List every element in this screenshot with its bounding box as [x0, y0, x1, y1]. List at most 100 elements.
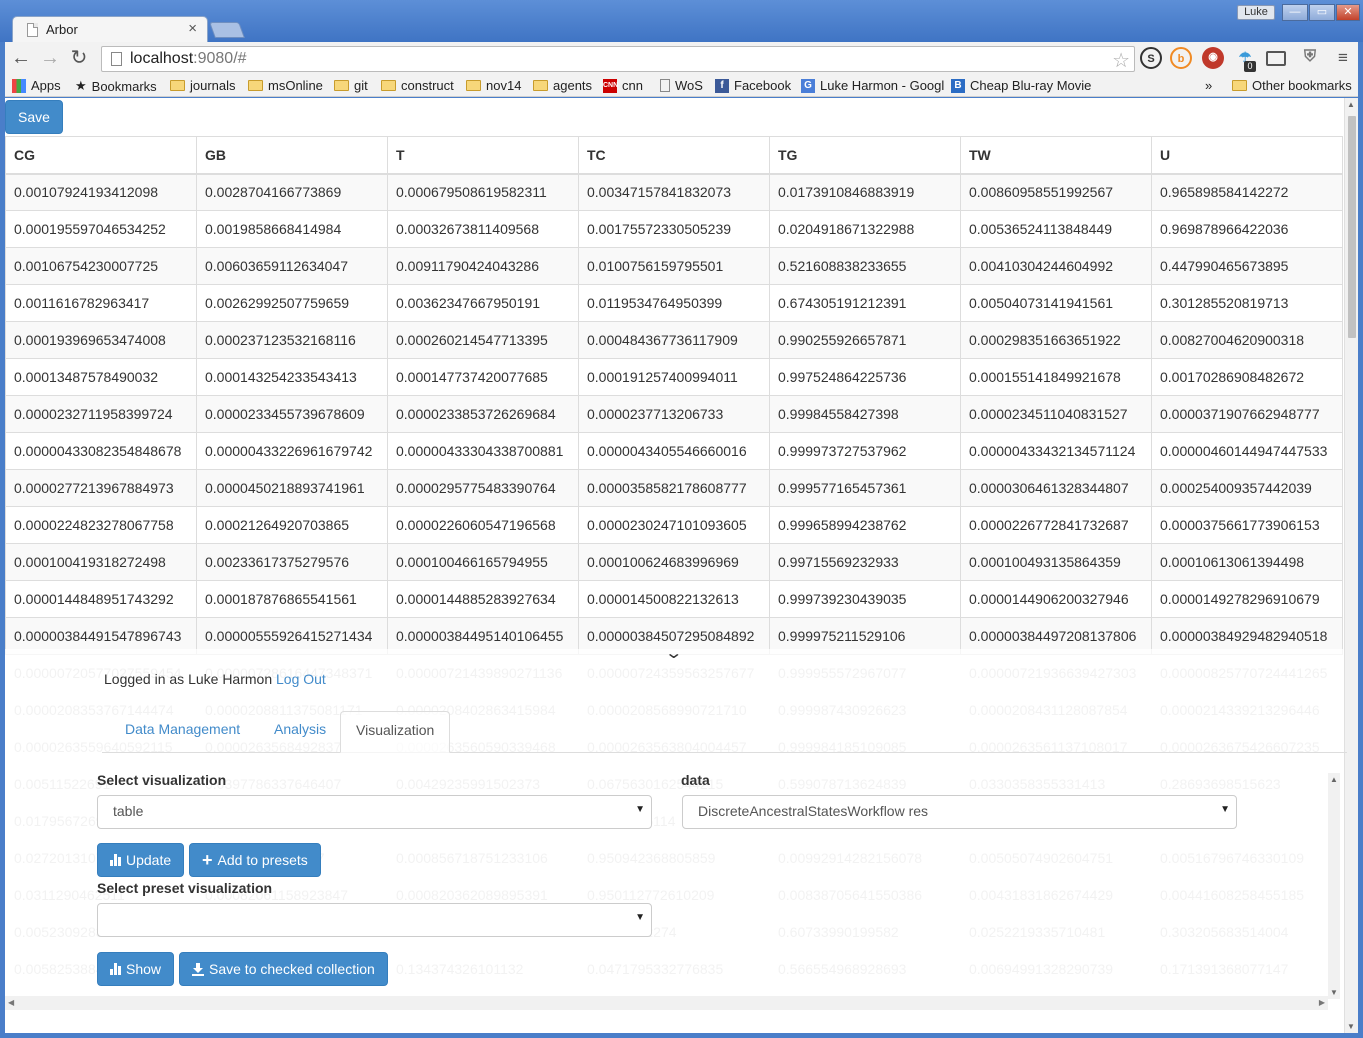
- table-row[interactable]: 0.00107924193412098 0.0028704166773869 0.0…: [5, 173, 1343, 211]
- column-header[interactable]: GB: [196, 136, 388, 175]
- bookmark-wos[interactable]: WoS: [660, 78, 703, 93]
- table-cell: 0.00000433432134571124: [960, 432, 1152, 470]
- column-header[interactable]: CG: [5, 136, 197, 175]
- bookmark-cnn[interactable]: CNN cnn: [603, 78, 643, 93]
- star-icon: ★: [75, 78, 87, 93]
- table-row[interactable]: 0.00106754230007725 0.00603659112634047 0.…: [5, 247, 1343, 285]
- plus-icon: +: [202, 850, 213, 870]
- logout-link[interactable]: Log Out: [276, 671, 326, 687]
- logged-in-text: Logged in as Luke Harmon: [104, 671, 273, 687]
- table-row[interactable]: 0.0000277213967884973 0.00004502188937419…: [5, 469, 1343, 507]
- bookmark-apps[interactable]: Apps: [12, 78, 61, 93]
- table-row[interactable]: 0.000100419318272498 0.00233617375279576 0…: [5, 543, 1343, 581]
- cast-icon[interactable]: [1266, 51, 1286, 66]
- bar-chart-icon: [110, 963, 121, 975]
- horizontal-scrollbar[interactable]: ◀ ▶: [5, 996, 1328, 1010]
- folder-icon: [1232, 80, 1247, 91]
- table-row[interactable]: 0.0000232711958399724 0.00002334557396786…: [5, 395, 1343, 433]
- chevron-down-icon[interactable]: ⌄: [664, 643, 683, 663]
- extension-s-icon[interactable]: S: [1140, 47, 1162, 69]
- bookmarks-overflow-button[interactable]: »: [1205, 78, 1212, 93]
- extension-stop-icon[interactable]: ◉: [1202, 47, 1224, 69]
- table-cell: 0.674305191212391: [769, 284, 961, 322]
- table-cell: 0.00262992507759659: [196, 284, 388, 322]
- tab-analysis[interactable]: Analysis: [259, 711, 341, 753]
- table-cell: 0.0000234511040831527: [960, 395, 1152, 433]
- table-cell: 0.0000233853726269684: [387, 395, 579, 433]
- save-to-collection-button[interactable]: Save to checked collection: [179, 952, 388, 986]
- table-row[interactable]: 0.0000224823278067758 0.00021264920703865…: [5, 506, 1343, 544]
- bookmark-bookmarks[interactable]: ★ Bookmarks: [75, 78, 157, 94]
- page-icon: [660, 79, 670, 92]
- scroll-down-arrow-icon[interactable]: ▼: [1330, 988, 1338, 997]
- bookmark-git[interactable]: git: [334, 78, 368, 93]
- data-select[interactable]: DiscreteAncestralStatesWorkflow res ▼: [682, 795, 1237, 829]
- extension-b-icon[interactable]: b: [1170, 47, 1192, 69]
- page-scrollbar-thumb[interactable]: [1348, 116, 1356, 338]
- column-header[interactable]: TW: [960, 136, 1152, 175]
- back-icon[interactable]: ←: [9, 47, 33, 69]
- table-row[interactable]: 0.00013487578490032 0.000143254233543413 0…: [5, 358, 1343, 396]
- bookmark-journals[interactable]: journals: [170, 78, 236, 93]
- panel-scrollbar[interactable]: ▲ ▼: [1328, 773, 1340, 999]
- reload-icon[interactable]: ↻: [67, 47, 91, 69]
- column-header[interactable]: TC: [578, 136, 770, 175]
- table-row[interactable]: 0.00000433082354848678 0.0000043322696167…: [5, 432, 1343, 470]
- menu-icon[interactable]: ≡: [1331, 47, 1355, 69]
- table-cell: 0.0204918671322988: [769, 210, 961, 248]
- control-panel: ⌄ Logged in as Luke Harmon Log Out Data …: [5, 645, 1347, 1033]
- extension-shield-icon[interactable]: ⛨: [1299, 47, 1321, 69]
- tab-close-icon[interactable]: ×: [188, 20, 197, 37]
- bookmark-construct[interactable]: construct: [381, 78, 454, 93]
- tab-data-management[interactable]: Data Management: [110, 711, 255, 753]
- bookmark-star-icon[interactable]: ☆: [1112, 48, 1130, 73]
- tab-visualization[interactable]: Visualization: [340, 711, 450, 753]
- table-cell: 0.000187876865541561: [196, 580, 388, 618]
- bookmark-msonline[interactable]: msOnline: [248, 78, 323, 93]
- table-cell: 0.00347157841832073: [578, 173, 770, 211]
- bookmark-agents[interactable]: agents: [533, 78, 592, 93]
- scroll-left-arrow-icon[interactable]: ◀: [8, 998, 14, 1007]
- minimize-button[interactable]: —: [1282, 4, 1308, 21]
- bookmark-facebook[interactable]: f Facebook: [715, 78, 791, 93]
- scroll-up-arrow-icon[interactable]: ▲: [1330, 775, 1338, 784]
- table-cell: 0.000484367736117909: [578, 321, 770, 359]
- add-to-presets-button[interactable]: + Add to presets: [189, 843, 321, 877]
- visualization-select[interactable]: table ▼: [97, 795, 652, 829]
- page-scrollbar[interactable]: ▲ ▼: [1344, 98, 1358, 1033]
- update-button[interactable]: Update: [97, 843, 185, 877]
- show-button[interactable]: Show: [97, 952, 175, 986]
- table-row[interactable]: 0.0011616782963417 0.00262992507759659 0.0…: [5, 284, 1343, 322]
- close-window-button[interactable]: ✕: [1336, 4, 1360, 21]
- address-bar[interactable]: localhost:9080/# ☆: [101, 46, 1135, 72]
- bookmark-google-scholar[interactable]: G Luke Harmon - Googl: [801, 78, 944, 93]
- profile-badge[interactable]: Luke: [1237, 5, 1275, 20]
- scroll-up-arrow-icon[interactable]: ▲: [1347, 100, 1355, 109]
- table-cell: 0.00000433304338700881: [387, 432, 579, 470]
- table-row[interactable]: 0.000193969653474008 0.000237123532168116…: [5, 321, 1343, 359]
- bookmark-nov14[interactable]: nov14: [466, 78, 521, 93]
- save-button[interactable]: Save: [5, 100, 63, 134]
- table-cell: 0.0000043405546660016: [578, 432, 770, 470]
- scroll-right-arrow-icon[interactable]: ▶: [1319, 998, 1325, 1007]
- column-header[interactable]: U: [1151, 136, 1343, 175]
- other-bookmarks[interactable]: Other bookmarks: [1232, 78, 1352, 93]
- forward-icon[interactable]: →: [38, 47, 62, 69]
- maximize-button[interactable]: ▭: [1309, 4, 1335, 21]
- url-text[interactable]: localhost:9080/#: [130, 50, 247, 68]
- table-row[interactable]: 0.000195597046534252 0.0019858668414984 0.…: [5, 210, 1343, 248]
- scroll-down-arrow-icon[interactable]: ▼: [1347, 1022, 1355, 1031]
- browser-tab[interactable]: Arbor ×: [12, 16, 208, 43]
- new-tab-button[interactable]: [209, 22, 245, 38]
- column-header[interactable]: TG: [769, 136, 961, 175]
- table-cell: 0.00000433226961679742: [196, 432, 388, 470]
- preset-select[interactable]: ▼: [97, 903, 652, 937]
- table-cell: 0.00603659112634047: [196, 247, 388, 285]
- table-cell: 0.99984558427398: [769, 395, 961, 433]
- apps-grid-icon: [12, 78, 26, 93]
- table-row[interactable]: 0.0000144848951743292 0.00018787686554156…: [5, 580, 1343, 618]
- bookmark-blu-ray[interactable]: B Cheap Blu-ray Movie: [951, 78, 1091, 93]
- table-cell: 0.0100756159795501: [578, 247, 770, 285]
- table-cell: 0.00106754230007725: [5, 247, 197, 285]
- column-header[interactable]: T: [387, 136, 579, 175]
